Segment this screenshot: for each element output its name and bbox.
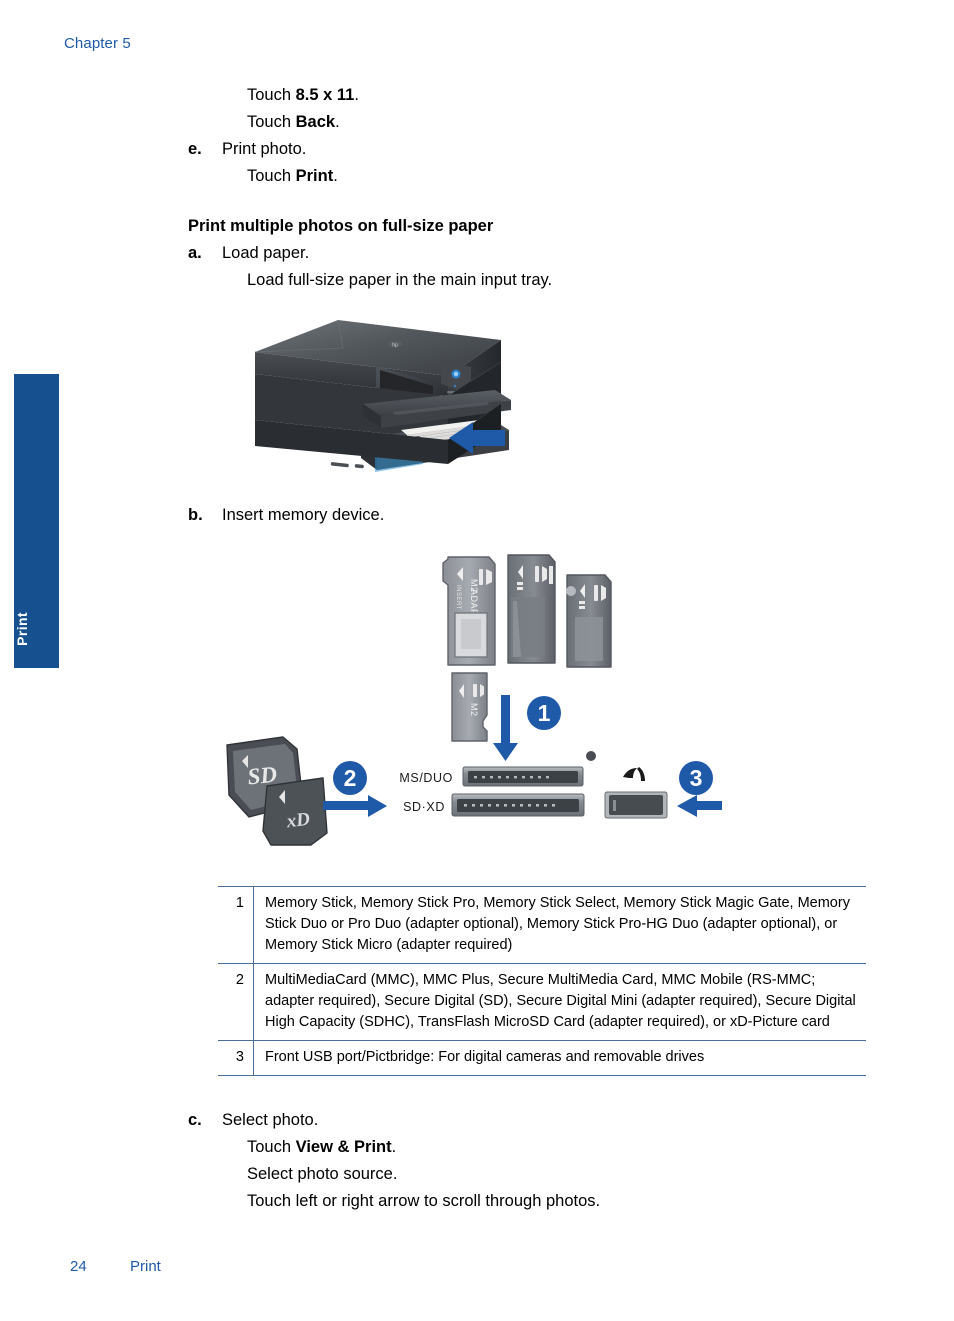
callout-arrow-3 (677, 795, 722, 817)
step-a-detail: Load full-size paper in the main input t… (247, 271, 553, 289)
callout-arrow-2 (323, 795, 387, 817)
slot-sd-xd (451, 793, 585, 817)
card-m2-adapter: M2 ADAPTER INSERT (442, 556, 496, 666)
step-c-line-scroll: Touch left or right arrow to scroll thro… (247, 1192, 601, 1210)
print-value-bold: Print (295, 167, 334, 185)
usb-port (604, 791, 668, 819)
view-print-bold: View & Print (295, 1138, 392, 1156)
legend-number: 2 (218, 963, 254, 1041)
back-value-bold: Back (295, 113, 336, 131)
printer-svg: hp (254, 319, 511, 472)
footer-section-name: Print (130, 1258, 161, 1275)
step-c-line-select-source: Select photo source. (247, 1165, 398, 1183)
status-led-dot (586, 751, 596, 761)
memory-card-legend-table: 1 Memory Stick, Memory Stick Pro, Memory… (218, 886, 866, 1076)
callout-number-2: 2 (344, 765, 357, 791)
card-memory-stick-duo (566, 574, 612, 668)
period: . (333, 167, 338, 185)
table-row: 2 MultiMediaCard (MMC), MMC Plus, Secure… (218, 963, 866, 1041)
period: . (391, 1138, 397, 1156)
svg-text:INSERT: INSERT (455, 585, 461, 610)
touch-word: Touch (247, 86, 296, 104)
step-a-text: Load paper. (222, 244, 310, 262)
period: . (354, 86, 359, 104)
memory-card-slots-illustration: M2 ADAPTER INSERT M2 SD xD MS/DUO SD·XD … (205, 545, 725, 865)
callout-arrow-1 (493, 695, 518, 761)
line-touch-8x11: Touch 8.5 x 11. (247, 82, 359, 109)
step-b-marker: b. (188, 506, 203, 524)
card-memory-stick-pro (507, 554, 556, 664)
side-tab-label: Print (14, 612, 30, 646)
callout-number-1: 1 (538, 700, 551, 726)
table-row: 3 Front USB port/Pictbridge: For digital… (218, 1040, 866, 1076)
callout-number-3: 3 (690, 765, 703, 791)
legend-description: MultiMediaCard (MMC), MMC Plus, Secure M… (265, 972, 856, 1030)
legend-number: 3 (218, 1040, 254, 1076)
legend-description: Front USB port/Pictbridge: For digital c… (265, 1049, 705, 1065)
touch-word: Touch (247, 113, 296, 131)
legend-body: 1 Memory Stick, Memory Stick Pro, Memory… (218, 886, 866, 1076)
chapter-header: Chapter 5 (64, 35, 131, 52)
step-e-text: Print photo. (222, 140, 307, 158)
card-m2-micro: M2 (451, 672, 488, 742)
touch-value-bold: 8.5 x 11 (295, 86, 355, 104)
table-row: 1 Memory Stick, Memory Stick Pro, Memory… (218, 886, 866, 964)
memory-cards-svg: M2 ADAPTER INSERT M2 SD xD MS/DUO SD·XD … (226, 554, 722, 846)
period: . (335, 113, 340, 131)
printer-illustration: hp (243, 312, 533, 498)
step-a-marker: a. (188, 244, 202, 262)
svg-text:M2: M2 (469, 703, 479, 717)
line-touch-print: Touch Print. (247, 163, 338, 190)
step-c-text: Select photo. (222, 1111, 319, 1129)
svg-text:hp: hp (392, 343, 398, 349)
usb-icon (623, 767, 645, 781)
legend-number: 1 (218, 886, 254, 964)
step-e-marker: e. (188, 140, 202, 158)
legend-description: Memory Stick, Memory Stick Pro, Memory S… (265, 895, 850, 953)
slot-label-ms-duo: MS/DUO (399, 771, 453, 785)
touch-word: Touch (247, 1138, 296, 1156)
slot-ms-duo (462, 766, 584, 787)
step-c-line-view-print: Touch View & Print. (247, 1134, 396, 1161)
side-tab-label-wrap: Print (14, 600, 59, 660)
side-tab-print: Print (14, 374, 59, 668)
footer-page-number: 24 (70, 1258, 87, 1275)
step-b-text: Insert memory device. (222, 506, 385, 524)
step-c-marker: c. (188, 1111, 202, 1129)
svg-text:xD: xD (285, 809, 312, 833)
line-touch-back: Touch Back. (247, 109, 340, 136)
card-xd: xD (262, 777, 328, 846)
section-heading: Print multiple photos on full-size paper (188, 217, 494, 235)
slot-label-sd-xd: SD·XD (403, 800, 445, 814)
touch-word: Touch (247, 167, 296, 185)
